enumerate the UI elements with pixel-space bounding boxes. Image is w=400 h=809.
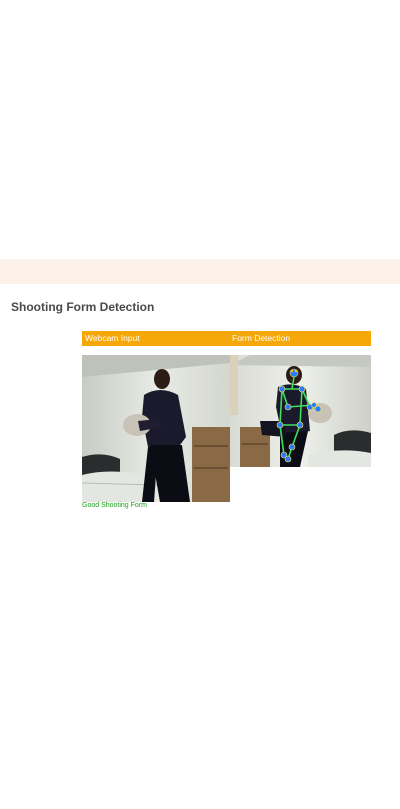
form-detection-label: Form Detection xyxy=(232,333,291,343)
webcam-feed xyxy=(82,355,230,502)
top-banner xyxy=(0,259,400,284)
page-title: Shooting Form Detection xyxy=(11,300,155,314)
webcam-input-label: Webcam Input xyxy=(85,333,140,343)
form-status-text: Good Shooting Form xyxy=(82,502,147,509)
form-detection-image xyxy=(230,355,371,467)
panel-header-bar: Webcam Input Form Detection xyxy=(82,331,371,346)
form-detection-feed xyxy=(230,355,371,467)
webcam-image xyxy=(82,355,230,502)
